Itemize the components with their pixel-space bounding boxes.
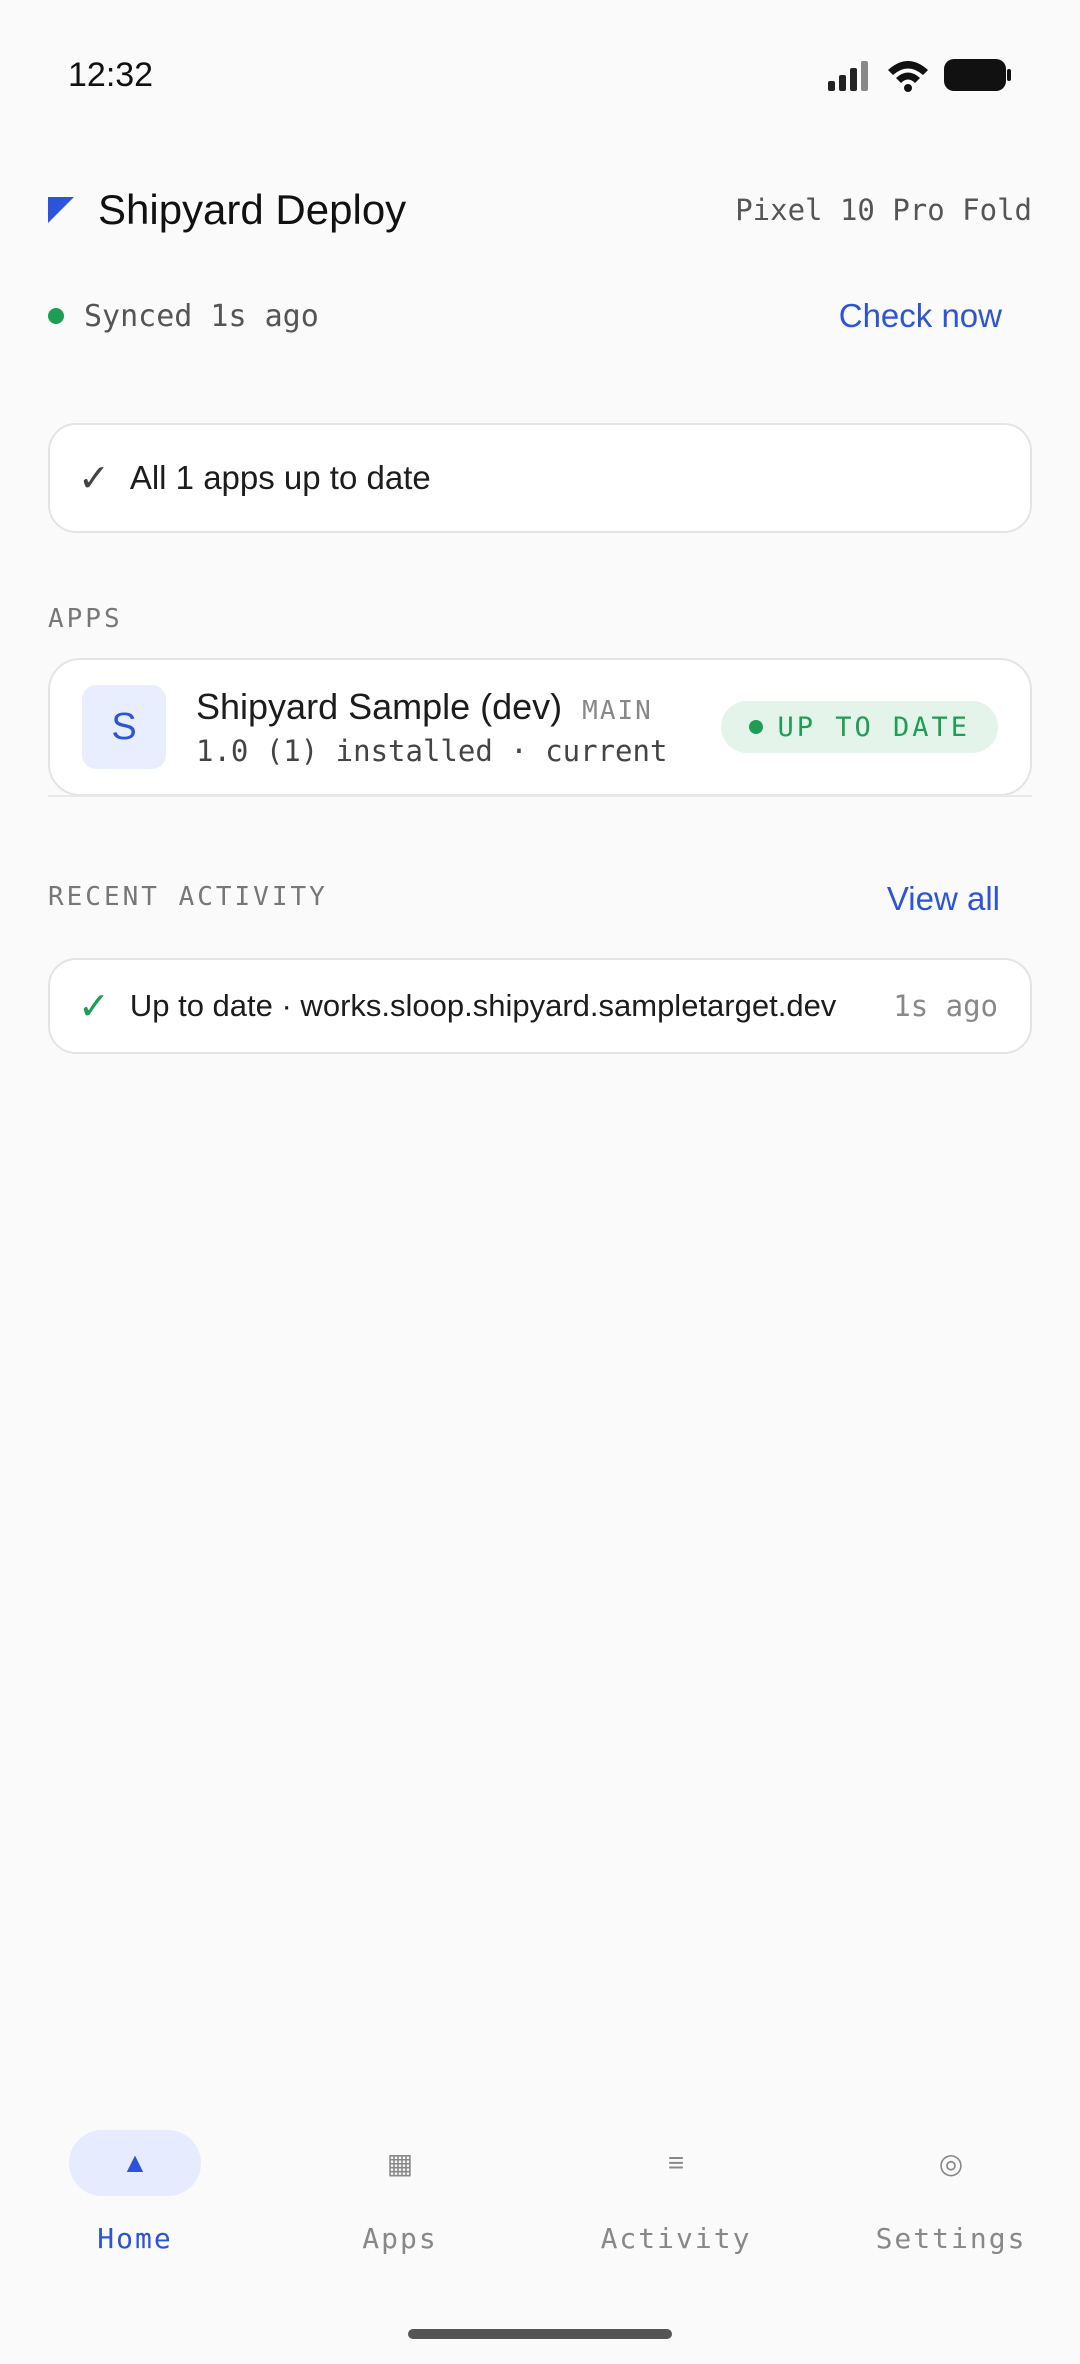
summary-text: All 1 apps up to date bbox=[129, 459, 431, 496]
nav-label-activity: Activity bbox=[600, 2222, 752, 2255]
app-card[interactable]: S Shipyard Sample (dev) MAIN 1.0 (1) ins… bbox=[48, 658, 1032, 796]
app-screen: 12:32 Shipyard Deploy Pixel 10 Pro Fold … bbox=[0, 0, 1080, 2364]
activity-text: Up to date · works.sloop.shipyard.sample… bbox=[129, 988, 837, 1023]
bottom-nav: ▲ Home ▦ Apps ≡ Activity ◎ Settings bbox=[0, 2130, 1080, 2270]
status-dot bbox=[749, 720, 764, 734]
app-header: Shipyard Deploy Pixel 10 Pro Fold bbox=[48, 180, 1032, 240]
cell-signal-icon bbox=[828, 61, 868, 91]
checkmark-icon: ✓ bbox=[78, 457, 110, 500]
recent-activity-label: RECENT ACTIVITY bbox=[48, 882, 328, 912]
activity-time: 1s ago bbox=[893, 989, 998, 1023]
nav-label-apps: Apps bbox=[362, 2222, 438, 2255]
success-check-icon: ✓ bbox=[78, 985, 110, 1028]
activity-list-icon: ≡ bbox=[667, 2147, 685, 2178]
app-info: Shipyard Sample (dev) MAIN 1.0 (1) insta… bbox=[196, 686, 667, 768]
status-badge-text: UP TO DATE bbox=[777, 711, 970, 743]
nav-item-apps[interactable]: ▦ Apps bbox=[265, 2130, 535, 2270]
home-indicator[interactable] bbox=[408, 2329, 672, 2339]
wifi-icon bbox=[888, 61, 928, 92]
activity-item[interactable]: ✓ Up to date · works.sloop.shipyard.samp… bbox=[48, 958, 1032, 1054]
nav-label-settings: Settings bbox=[875, 2222, 1027, 2255]
apps-grid-icon: ▦ bbox=[386, 2147, 414, 2179]
sync-row: Synced 1s ago Check now bbox=[48, 290, 1032, 342]
app-version: 1.0 (1) installed · current bbox=[196, 734, 668, 768]
app-branch-tag: MAIN bbox=[582, 696, 653, 726]
status-icons bbox=[828, 58, 1012, 92]
app-avatar: S bbox=[82, 685, 166, 769]
summary-card: ✓ All 1 apps up to date bbox=[48, 423, 1032, 533]
nav-label-home: Home bbox=[97, 2222, 173, 2255]
flag-logo-icon bbox=[48, 197, 74, 223]
settings-icon: ◎ bbox=[938, 2147, 964, 2179]
app-name-row: Shipyard Sample (dev) MAIN bbox=[196, 686, 667, 728]
apps-section-label: APPS bbox=[48, 604, 123, 634]
nav-item-home[interactable]: ▲ Home bbox=[0, 2130, 270, 2270]
home-icon: ▲ bbox=[69, 2130, 201, 2196]
app-title: Shipyard Deploy bbox=[98, 186, 407, 233]
view-all-link[interactable]: View all bbox=[887, 880, 1000, 918]
app-name: Shipyard Sample (dev) bbox=[196, 686, 563, 727]
status-bar: 12:32 bbox=[0, 0, 1080, 150]
check-now-button[interactable]: Check now bbox=[839, 297, 1002, 335]
status-time: 12:32 bbox=[68, 56, 154, 94]
nav-item-settings[interactable]: ◎ Settings bbox=[816, 2130, 1080, 2270]
sync-status-text: Synced 1s ago bbox=[84, 298, 319, 334]
battery-icon bbox=[944, 59, 1011, 91]
device-name: Pixel 10 Pro Fold bbox=[735, 193, 1032, 227]
status-badge: UP TO DATE bbox=[721, 701, 998, 753]
nav-item-activity[interactable]: ≡ Activity bbox=[541, 2130, 811, 2270]
sync-status-dot bbox=[48, 308, 64, 324]
divider bbox=[48, 795, 1032, 797]
